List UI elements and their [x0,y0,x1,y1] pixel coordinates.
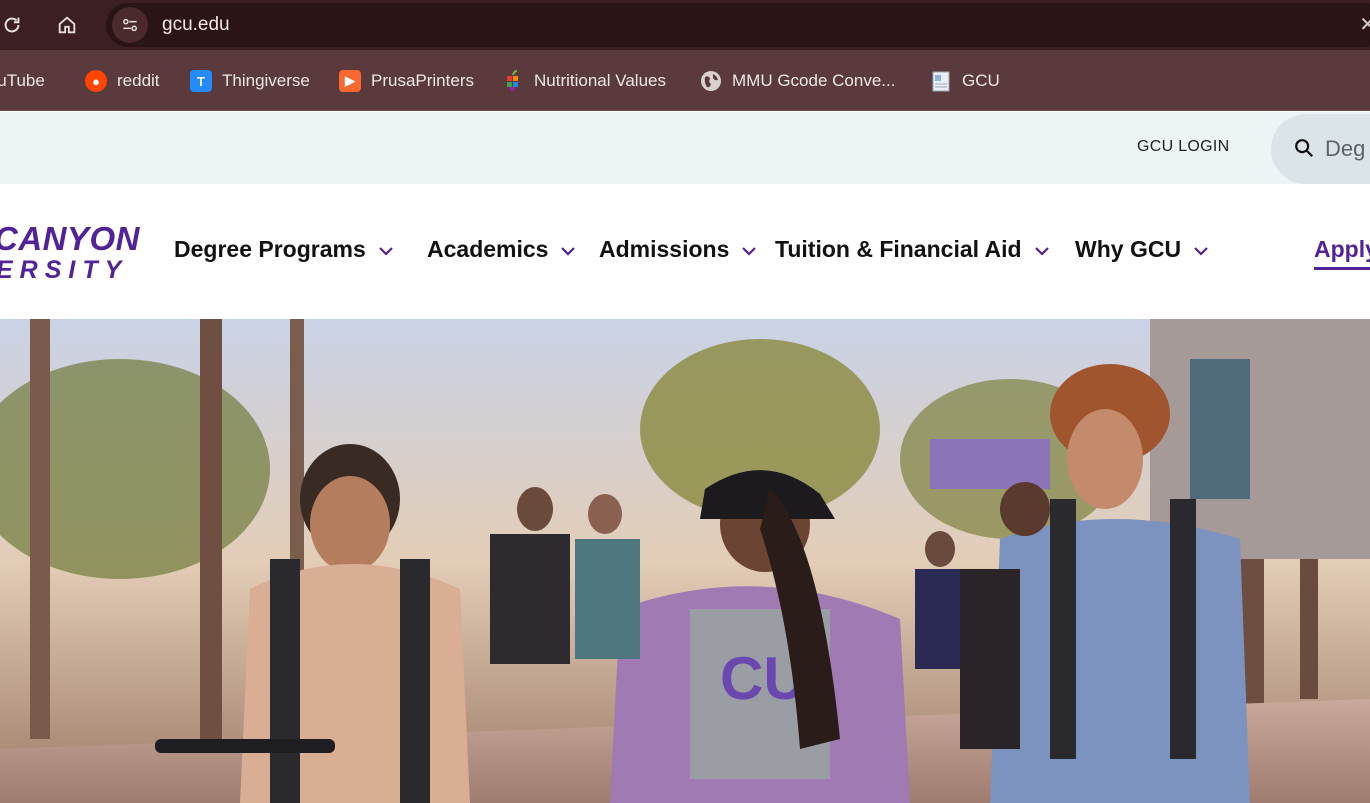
nav-why-gcu[interactable]: Why GCU [1075,236,1209,263]
bookmark-label: GCU [962,71,1000,90]
chevron-down-icon [1194,246,1208,256]
nav-tuition-financial-aid[interactable]: Tuition & Financial Aid [775,236,1050,263]
hero-image: CU [0,319,1370,803]
address-bar[interactable]: gcu.edu [106,3,1370,47]
nav-admissions[interactable]: Admissions [599,236,757,263]
bookmark-label: Nutritional Values [534,71,666,90]
search-icon [1293,137,1315,163]
reddit-icon: ● [85,70,107,92]
bookmark-reddit[interactable]: ● reddit [85,68,160,94]
tune-icon[interactable] [112,7,148,43]
chevron-down-icon [1034,246,1049,256]
bookmark-label: Thingiverse [222,71,310,90]
bookmark-label: reddit [117,71,160,90]
logo-line-1: CANYON [0,220,141,257]
gcu-login-link[interactable]: GCU LOGIN [1137,138,1230,156]
close-icon[interactable]: ✕ [1359,12,1370,36]
url-text[interactable]: gcu.edu [162,14,230,36]
bookmark-label: MMU Gcode Conve... [732,71,896,90]
prusa-icon: ▶ [339,70,361,92]
search-placeholder: Deg [1325,136,1366,161]
nav-label: Admissions [599,236,730,262]
apple-icon [502,70,524,92]
bookmark-label: PrusaPrinters [371,71,474,90]
nav-label: Degree Programs [174,236,366,262]
bookmark-label: YouTube [0,71,45,90]
bookmark-prusaprinters[interactable]: ▶ PrusaPrinters [339,68,474,94]
nav-academics[interactable]: Academics [427,236,576,263]
browser-toolbar: gcu.edu ✕ [0,0,1370,50]
apply-button[interactable]: Apply [1314,236,1370,270]
hero-photo: CU [0,319,1370,803]
chevron-down-icon [742,246,757,256]
bookmark-youtube[interactable]: YouTube [0,68,45,94]
thingiverse-icon: T [190,70,212,92]
bookmark-thingiverse[interactable]: T Thingiverse [190,68,310,94]
main-nav: CANYON ERSITY Degree Programs Academics … [0,184,1370,319]
home-icon[interactable] [51,9,83,41]
bookmark-mmu-gcode[interactable]: MMU Gcode Conve... [700,68,895,94]
nav-label: Academics [427,236,549,262]
search-box[interactable]: Deg [1271,114,1370,184]
reload-icon[interactable] [0,9,28,41]
bookmark-gcu[interactable]: GCU [930,68,1000,94]
bookmarks-bar: YouTube ● reddit T Thingiverse ▶ PrusaPr… [0,50,1370,111]
document-icon [930,70,952,92]
logo-line-2: ERSITY [0,256,129,284]
chevron-down-icon [561,246,576,256]
bookmark-nutritional-values[interactable]: Nutritional Values [502,68,666,94]
nav-label: Why GCU [1075,236,1182,262]
utility-bar: GCU LOGIN Deg [0,112,1370,184]
chevron-down-icon [378,246,393,256]
globe-icon [700,70,722,92]
nav-degree-programs[interactable]: Degree Programs [174,236,394,263]
nav-label: Tuition & Financial Aid [775,236,1022,262]
